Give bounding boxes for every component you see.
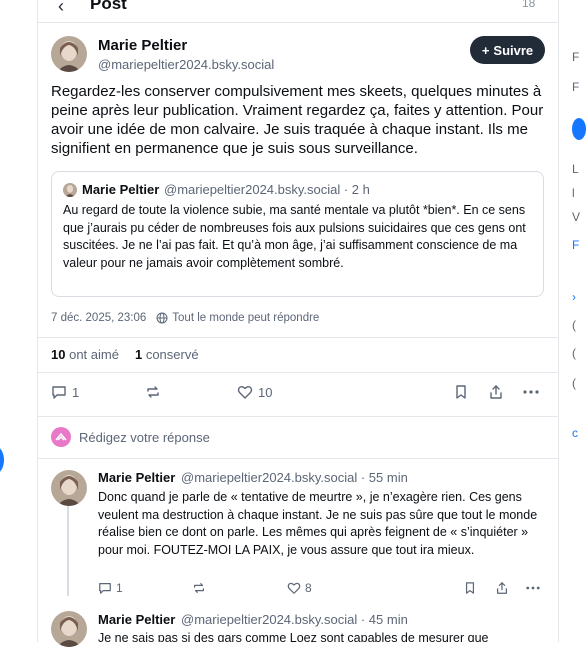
page-title: Post [90, 0, 127, 13]
bookmark-icon [465, 582, 475, 594]
sidebar-fragment: ( [572, 376, 576, 390]
reply-count: 1 [116, 581, 123, 595]
more-options-button[interactable] [525, 581, 541, 595]
reply-setting-label: Tout le monde peut répondre [172, 312, 320, 324]
user-avatar [51, 427, 71, 447]
post-header: ‹ Post 18 [38, 0, 558, 23]
share-icon [490, 385, 502, 399]
thread-line [67, 506, 69, 596]
more-icon [523, 390, 539, 394]
heart-icon [237, 386, 253, 399]
reply-icon [99, 583, 111, 594]
quote-author-handle: @mariepeltier2024.bsky.social · 2 h [164, 182, 370, 197]
sidebar-fragment: l [572, 186, 575, 200]
reply-text: Je ne sais pas si des gars comme Loez so… [98, 631, 489, 642]
share-icon [497, 582, 507, 594]
more-icon [526, 586, 540, 590]
follow-label: Suivre [493, 42, 534, 58]
sidebar-fragment: V [572, 210, 581, 224]
sidebar-fragment: L [572, 162, 579, 176]
reply-button[interactable]: 1 [51, 384, 79, 400]
more-options-button[interactable] [522, 384, 540, 400]
author-handle[interactable]: @mariepeltier2024.bsky.social [98, 57, 274, 72]
like-count: 10 [258, 384, 273, 400]
side-nav-button[interactable] [0, 446, 4, 474]
sidebar-fragment: F [572, 238, 580, 252]
quoted-post[interactable]: Marie Peltier @mariepeltier2024.bsky.soc… [51, 171, 544, 297]
sidebar-badge[interactable] [572, 118, 586, 140]
like-count: 8 [305, 581, 312, 595]
divider [38, 458, 558, 459]
saves-stat[interactable]: 1 conservé [135, 347, 199, 362]
avatar [63, 183, 77, 197]
repost-button[interactable] [145, 384, 161, 400]
quote-text: Au regard de toute la violence subie, ma… [63, 203, 526, 270]
heart-icon [287, 582, 301, 594]
follow-button[interactable]: + Suivre [470, 36, 545, 64]
bookmark-button[interactable] [454, 384, 468, 400]
post-timestamp: 7 déc. 2025, 23:06 [51, 312, 147, 324]
reply-text: Donc quand je parle de « tentative de me… [98, 490, 538, 557]
like-button[interactable]: 8 [287, 581, 312, 595]
avatar[interactable] [51, 36, 87, 72]
sidebar-fragment: ( [572, 318, 576, 332]
bookmark-icon [456, 385, 466, 399]
share-button[interactable] [495, 581, 509, 595]
right-sidebar-edge: F F L l V F › ( ( ( c [572, 0, 586, 642]
plus-icon: + [481, 42, 490, 58]
like-button[interactable]: 10 [237, 384, 272, 400]
reply-composer-placeholder: Rédigez votre réponse [79, 429, 210, 445]
share-button[interactable] [488, 384, 504, 400]
repost-button[interactable] [192, 581, 206, 595]
header-count: 18 [522, 0, 536, 10]
author-name[interactable]: Marie Peltier [98, 37, 187, 54]
sidebar-fragment: F [572, 80, 580, 94]
reply-icon [52, 386, 66, 399]
reply-author-handle[interactable]: @mariepeltier2024.bsky.social · 45 min [181, 612, 408, 627]
repost-icon [147, 386, 159, 398]
divider [38, 337, 558, 338]
reply-composer[interactable]: Rédigez votre réponse [51, 427, 210, 447]
reply-author-name[interactable]: Marie Peltier [98, 612, 175, 627]
bookmark-button[interactable] [464, 581, 476, 595]
post-stats: 10 ont aimé 1 conservé [51, 347, 199, 362]
user-avatar-icon [55, 432, 67, 441]
left-column-border [37, 0, 38, 642]
back-icon[interactable]: ‹ [58, 0, 64, 17]
post-actions: 1 10 [51, 384, 545, 404]
chevron-down-icon[interactable]: › [572, 290, 576, 304]
sidebar-fragment: c [572, 426, 578, 440]
reply-button[interactable]: 1 [98, 581, 123, 595]
globe-icon [156, 312, 168, 324]
divider [38, 372, 558, 373]
sidebar-fragment: F [572, 50, 580, 64]
reply-count: 1 [72, 384, 80, 400]
likes-stat[interactable]: 10 ont aimé [51, 347, 119, 362]
reply-author-handle[interactable]: @mariepeltier2024.bsky.social · 55 min [181, 470, 408, 485]
quote-author-name: Marie Peltier [82, 182, 160, 197]
right-column-border [558, 0, 559, 642]
post-text: Regardez-les conserver compulsivement me… [51, 83, 544, 157]
avatar[interactable] [51, 470, 87, 506]
sidebar-fragment: ( [572, 346, 576, 360]
repost-icon [194, 583, 204, 593]
reply-author-name[interactable]: Marie Peltier [98, 470, 175, 485]
post-meta: 7 déc. 2025, 23:06 Tout le monde peut ré… [51, 312, 319, 324]
reply-actions: 1 8 [98, 581, 540, 597]
divider [38, 416, 558, 417]
reply-setting: Tout le monde peut répondre [156, 312, 319, 324]
